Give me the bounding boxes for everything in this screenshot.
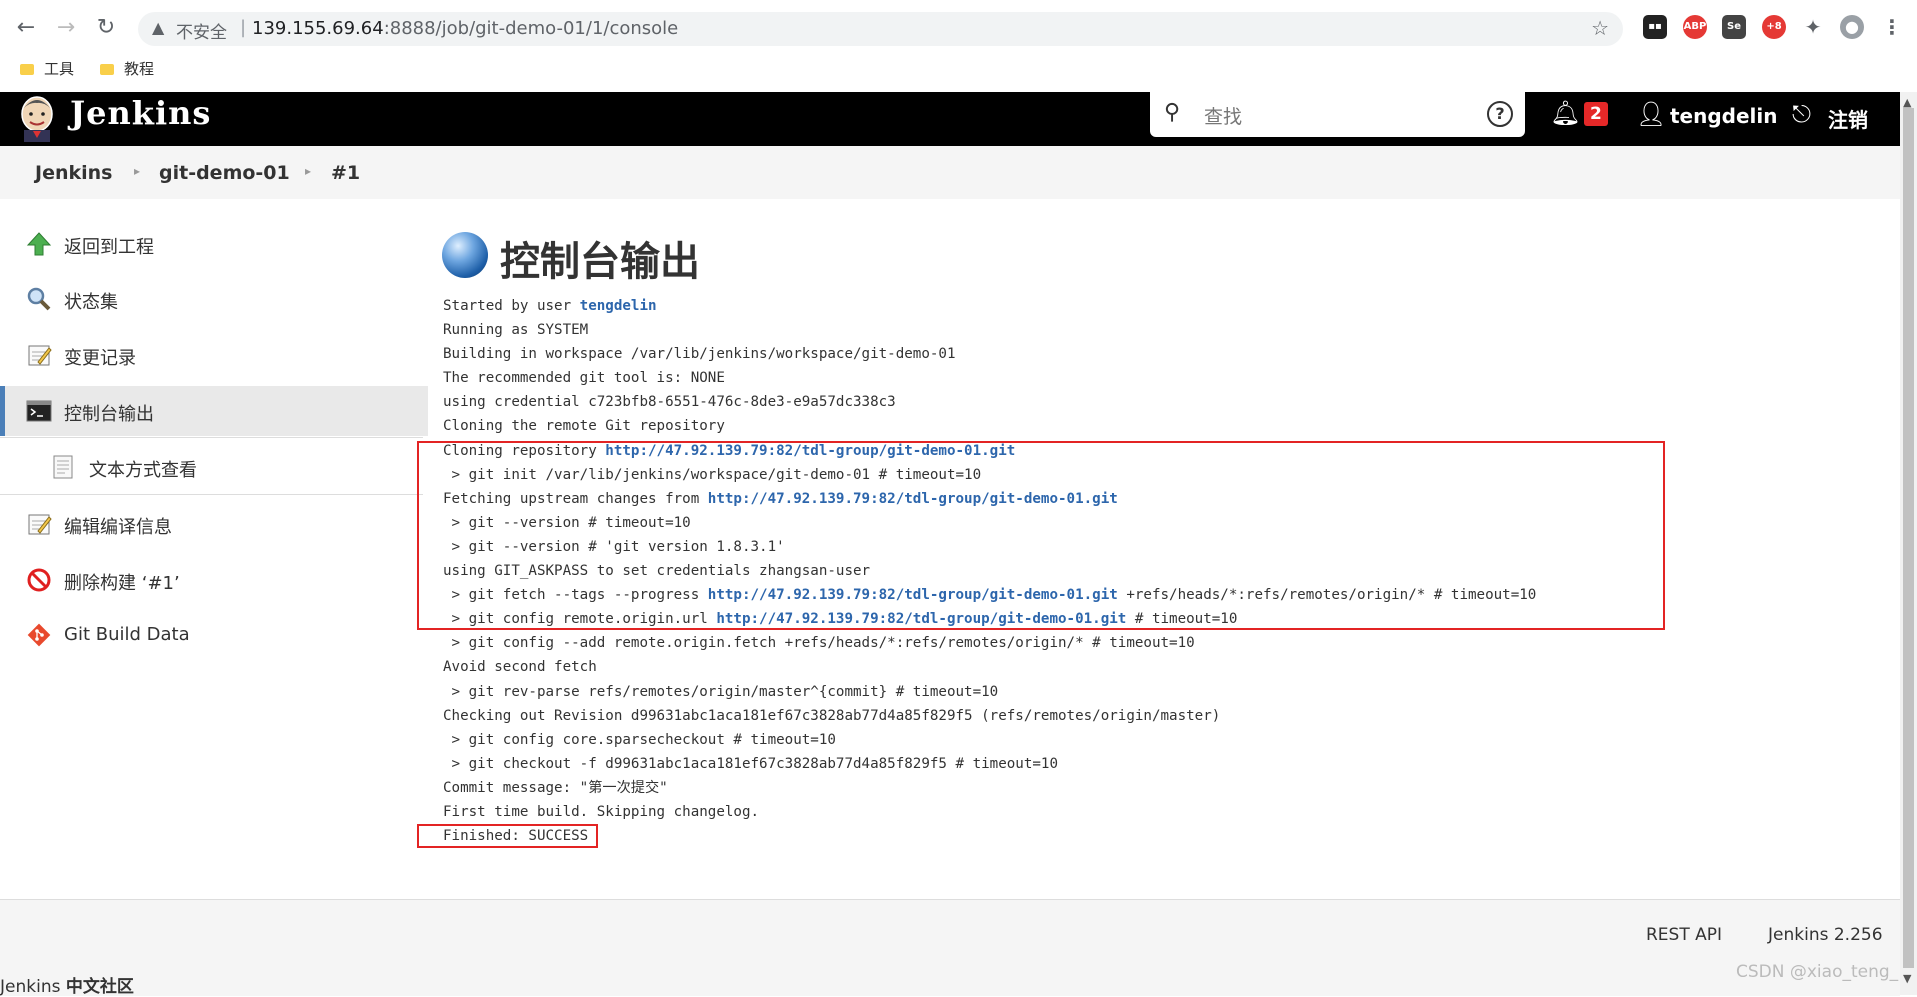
console-line: Started by user tengdelin — [443, 298, 657, 314]
sidebar-item-back-to-project[interactable]: 返回到工程 — [0, 219, 423, 269]
browser-chrome: ← → ↻ ▲ 不安全 | 139.155.69.64:8888/job/git… — [0, 0, 1917, 92]
search-input[interactable]: 查找 — [1204, 102, 1242, 129]
user-icon: 👤︎ — [1636, 100, 1667, 128]
jenkins-version-link[interactable]: Jenkins 2.256 — [1768, 925, 1883, 945]
sidebar-item-label: 控制台输出 — [64, 404, 154, 425]
breadcrumb-arrow-icon[interactable]: ▸ — [305, 164, 311, 178]
build-status-ball-icon — [442, 232, 488, 278]
highlight-box-result — [417, 824, 598, 848]
magnifier-icon — [27, 287, 51, 311]
up-arrow-icon — [26, 232, 52, 256]
sidebar-item-console-output[interactable]: 控制台输出 — [0, 386, 428, 436]
separator: | — [240, 17, 247, 38]
breadcrumb: Jenkins ▸ git-demo-01 ▸ #1 — [0, 146, 1900, 199]
bell-icon[interactable]: 🔔︎ — [1550, 99, 1580, 127]
console-line: Building in workspace /var/lib/jenkins/w… — [443, 346, 956, 363]
reload-icon[interactable]: ↻ — [92, 14, 120, 42]
puzzle-icon[interactable]: ✦ — [1801, 15, 1825, 39]
notepad-icon — [28, 345, 52, 366]
jenkins-header: Jenkins ⚲ 查找 ? 🔔︎ 2 👤︎ tengdelin ⎋ 注销 — [0, 92, 1900, 146]
watermark: CSDN @xiao_teng_ — [1736, 962, 1899, 982]
breadcrumb-build[interactable]: #1 — [331, 162, 360, 184]
sidebar-item-label: 变更记录 — [64, 348, 136, 369]
insecure-label: 不安全 — [176, 23, 227, 43]
adblock-icon[interactable]: ABP — [1683, 15, 1707, 39]
notification-badge[interactable]: 2 — [1584, 102, 1608, 126]
console-line: First time build. Skipping changelog. — [443, 803, 760, 820]
console-link[interactable]: tengdelin — [580, 298, 657, 314]
breadcrumb-jenkins[interactable]: Jenkins — [35, 162, 112, 184]
address-bar[interactable]: ▲ 不安全 | 139.155.69.64:8888/job/git-demo-… — [138, 12, 1623, 46]
page-title: 控制台输出 — [500, 239, 700, 285]
sidebar-item-label: 文本方式查看 — [89, 460, 197, 481]
scrollbar-thumb[interactable] — [1903, 108, 1914, 968]
console-line: > git rev-parse refs/remotes/origin/mast… — [443, 683, 999, 700]
folder-icon — [20, 64, 34, 75]
profile-icon[interactable]: ● — [1840, 15, 1864, 39]
sidebar-item-label: 返回到工程 — [64, 237, 154, 258]
sidebar-item-view-as-text[interactable]: 文本方式查看 — [0, 442, 423, 492]
console-line: Cloning the remote Git repository — [443, 418, 725, 435]
side-panel: 返回到工程 状态集 变更记录 控制台输出 文本方式查看 编辑编译信息 删除构建 … — [0, 199, 428, 899]
console-line: Commit message: "第一次提交" — [443, 779, 668, 796]
console-line: Running as SYSTEM — [443, 322, 589, 339]
divider — [0, 437, 423, 438]
sidebar-item-label: Git Build Data — [64, 624, 190, 645]
warning-icon: ▲ — [152, 18, 165, 37]
sidebar-item-status[interactable]: 状态集 — [0, 274, 423, 324]
jenkins-title[interactable]: Jenkins — [70, 94, 211, 132]
logout-icon[interactable]: ⎋ — [1792, 100, 1811, 128]
bookmark-star-icon[interactable]: ☆ — [1591, 16, 1609, 40]
sidebar-item-label: 删除构建 ‘#1’ — [64, 573, 180, 594]
git-icon — [27, 623, 51, 647]
page-footer: REST API Jenkins 2.256 Jenkins 中文社区 — [0, 899, 1900, 997]
console-line: > git checkout -f d99631abc1aca181ef67c3… — [443, 755, 1058, 772]
divider — [0, 494, 423, 495]
breadcrumb-arrow-icon[interactable]: ▸ — [134, 164, 140, 178]
sidebar-item-changes[interactable]: 变更记录 — [0, 330, 423, 380]
extension-red-icon[interactable]: +8 — [1762, 15, 1786, 39]
sidebar-item-label: 编辑编译信息 — [64, 517, 172, 538]
sidebar-item-git-build-data[interactable]: Git Build Data — [0, 610, 423, 660]
menu-icon[interactable]: ⋮ — [1880, 15, 1904, 39]
console-line: using credential c723bfb8-6551-476c-8de3… — [443, 394, 896, 411]
terminal-icon — [26, 400, 52, 422]
url-text: 139.155.69.64:8888/job/git-demo-01/1/con… — [252, 18, 679, 39]
folder-icon — [100, 64, 114, 75]
bookmark-tools[interactable]: 工具 — [20, 58, 74, 79]
highlight-box-clone — [417, 441, 1665, 630]
sidebar-item-edit-build-info[interactable]: 编辑编译信息 — [0, 499, 423, 549]
user-link[interactable]: tengdelin — [1670, 104, 1778, 128]
console-line: Avoid second fetch — [443, 659, 597, 676]
scroll-down-icon[interactable]: ▼ — [1903, 972, 1911, 985]
search-icon: ⚲ — [1164, 100, 1181, 125]
sidebar-item-delete-build[interactable]: 删除构建 ‘#1’ — [0, 555, 423, 605]
breadcrumb-job[interactable]: git-demo-01 — [159, 162, 290, 184]
document-icon — [53, 455, 73, 479]
back-icon[interactable]: ← — [12, 14, 40, 42]
jenkins-logo-icon[interactable] — [18, 94, 56, 142]
selenium-icon[interactable]: Se — [1722, 15, 1746, 39]
help-icon[interactable]: ? — [1487, 101, 1513, 127]
search-box[interactable]: ⚲ 查找 ? — [1150, 92, 1525, 137]
bookmark-tutorial[interactable]: 教程 — [100, 58, 154, 79]
console-line: The recommended git tool is: NONE — [443, 370, 725, 387]
main-panel: 控制台输出 Started by user tengdelin Running … — [417, 199, 1900, 899]
logout-link[interactable]: 注销 — [1828, 104, 1868, 133]
console-line: Checking out Revision d99631abc1aca181ef… — [443, 707, 1221, 724]
sidebar-item-label: 状态集 — [64, 292, 118, 313]
notepad-edit-icon — [28, 514, 52, 535]
forward-icon[interactable]: → — [52, 14, 80, 42]
console-line: > git config core.sparsecheckout # timeo… — [443, 731, 836, 748]
rest-api-link[interactable]: REST API — [1646, 925, 1722, 945]
community-link[interactable]: Jenkins 中文社区 — [0, 972, 134, 997]
extension-icon[interactable]: ▪▪ — [1643, 15, 1667, 39]
no-entry-icon — [27, 568, 51, 592]
console-line: > git config --add remote.origin.fetch +… — [443, 635, 1195, 652]
